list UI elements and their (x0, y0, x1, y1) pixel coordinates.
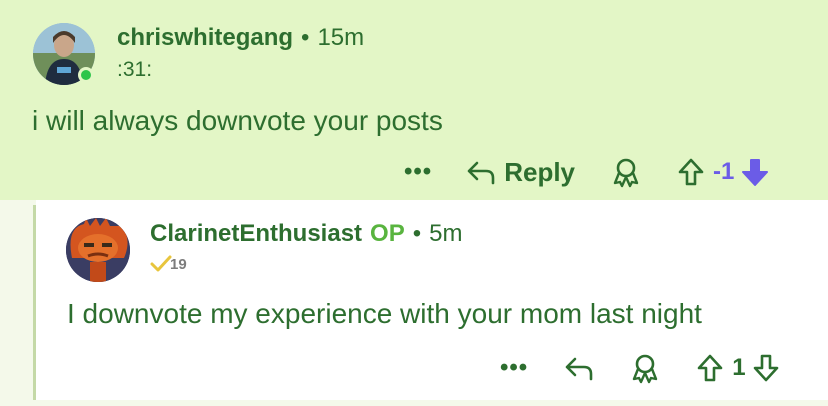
vote-score: -1 (713, 158, 735, 185)
award-icon[interactable] (611, 156, 641, 188)
online-status-dot (78, 67, 94, 83)
comment-actions: ••• 1 (500, 346, 780, 390)
award-icon[interactable] (630, 352, 660, 384)
upvote-arrow-icon[interactable] (677, 157, 705, 187)
username[interactable]: chriswhitegang (117, 24, 293, 51)
comment-body: I downvote my experience with your mom l… (67, 298, 702, 329)
user-badge: 19 (150, 254, 187, 274)
comment-body: i will always downvote your posts (32, 105, 443, 136)
avatar[interactable] (66, 218, 130, 282)
username[interactable]: ClarinetEnthusiast (150, 220, 362, 247)
downvote-arrow-icon[interactable] (752, 353, 780, 383)
comment-meta: ClarinetEnthusiast OP • 5m (150, 220, 462, 248)
vote-score: 1 (732, 354, 746, 381)
checkmark-icon (150, 254, 172, 274)
more-options-button[interactable]: ••• (404, 158, 432, 186)
thread-line[interactable] (33, 205, 36, 400)
reply-arrow-icon (466, 158, 496, 186)
upvote-arrow-icon[interactable] (696, 353, 724, 383)
reply-button[interactable]: Reply (466, 157, 575, 188)
reply-arrow-icon[interactable] (564, 354, 594, 382)
badge-number: 19 (170, 255, 187, 273)
timestamp: 5m (429, 220, 463, 247)
reply-label: Reply (504, 156, 576, 187)
timestamp: 15m (317, 24, 365, 51)
comment-actions: ••• Reply -1 (404, 150, 770, 194)
user-flair: :31: (117, 58, 153, 81)
separator-dot: • (301, 24, 310, 51)
bottom-divider (0, 400, 828, 406)
downvote-arrow-filled-icon[interactable] (740, 157, 770, 187)
separator-dot: • (412, 220, 422, 247)
comment-meta: chriswhitegang • 15m (117, 24, 364, 52)
op-badge: OP (370, 220, 405, 247)
more-options-button[interactable]: ••• (500, 354, 528, 382)
